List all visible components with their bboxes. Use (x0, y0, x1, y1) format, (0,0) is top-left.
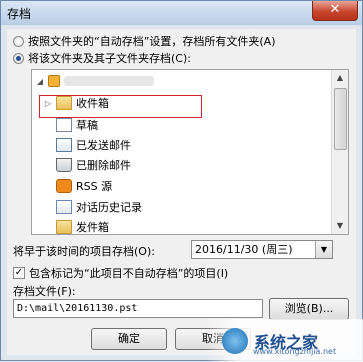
tree-item-conversation-history[interactable]: 对话历史记录 (56, 198, 142, 216)
radio-archive-all[interactable]: 按照文件夹的“自动存档”设置，存档所有文件夹(A) (13, 33, 276, 49)
tree-item-outbox[interactable]: 发件箱 (56, 218, 109, 234)
tree-item-label: RSS 源 (76, 180, 113, 193)
tree-item-rss[interactable]: RSS 源 (56, 177, 112, 195)
ok-button[interactable]: 确定 (91, 328, 167, 350)
tree-root[interactable]: ◢ (36, 72, 154, 90)
archive-dialog: 存档 ✕ 按照文件夹的“自动存档”设置，存档所有文件夹(A) 将该文件夹及其子文… (0, 0, 363, 362)
radio-archive-selected-circle[interactable] (13, 52, 24, 64)
tree-item-label: 对话历史记录 (76, 201, 142, 214)
dialog-title: 存档 (7, 7, 32, 21)
dialog-body: 按照文件夹的“自动存档”设置，存档所有文件夹(A) 将该文件夹及其子文件夹存档(… (7, 29, 356, 355)
radio-archive-all-circle[interactable] (13, 35, 24, 47)
mailbox-name-obscured (64, 76, 154, 86)
inbox-highlight-box (39, 95, 202, 118)
archive-date-label: 将早于该时间的项目存档(O): (13, 245, 155, 258)
conversation-history-icon (56, 200, 72, 214)
sent-mail-icon (56, 138, 72, 152)
scroll-down-icon[interactable]: ▼ (332, 218, 348, 234)
archive-file-label: 存档文件(F): (13, 285, 76, 298)
scroll-thumb[interactable] (334, 88, 347, 150)
title-bar: 存档 ✕ (1, 1, 362, 25)
close-button[interactable]: ✕ (312, 1, 358, 21)
radio-archive-selected-label: 将该文件夹及其子文件夹存档(C): (28, 52, 191, 65)
checkbox-box[interactable]: ✓ (13, 267, 25, 279)
tree-item-label: 草稿 (76, 119, 98, 132)
collapse-arrow-icon[interactable]: ◢ (36, 77, 44, 86)
chevron-down-icon[interactable]: ▼ (315, 241, 332, 258)
tree-item-label: 已发送邮件 (76, 139, 131, 152)
watermark-url: www.xitongzhijia.net (253, 347, 337, 356)
browse-button[interactable]: 浏览(B)... (269, 298, 349, 320)
include-no-autoarchive-label: 包含标记为“此项目不自动存档”的项目(I) (29, 267, 229, 280)
tree-item-sent[interactable]: 已发送邮件 (56, 136, 131, 154)
scroll-up-icon[interactable]: ▲ (332, 70, 348, 86)
folder-tree[interactable]: ◢ ▷ 收件箱 草稿 已发送邮件 已删除邮件 RSS 源 对话历史记录 发件箱 … (31, 69, 349, 235)
radio-archive-all-label: 按照文件夹的“自动存档”设置，存档所有文件夹(A) (28, 35, 276, 48)
radio-archive-selected[interactable]: 将该文件夹及其子文件夹存档(C): (13, 50, 191, 66)
archive-file-input[interactable]: D:\mail\20161130.pst (13, 299, 263, 318)
tree-item-label: 已删除邮件 (76, 159, 131, 172)
drafts-icon (56, 118, 72, 132)
outbox-icon (56, 220, 72, 234)
archive-date-value: 2016/11/30 (周三) (195, 243, 293, 256)
tree-scrollbar[interactable]: ▲ ▼ (331, 70, 348, 234)
mailbox-icon (48, 75, 60, 87)
tree-item-label: 发件箱 (76, 221, 109, 234)
include-no-autoarchive-checkbox[interactable]: ✓ 包含标记为“此项目不自动存档”的项目(I) (13, 265, 228, 281)
watermark-logo-icon (222, 327, 248, 354)
rss-icon (56, 179, 72, 193)
tree-item-deleted[interactable]: 已删除邮件 (56, 156, 131, 174)
archive-date-select[interactable]: 2016/11/30 (周三) ▼ (191, 240, 333, 259)
deleted-mail-icon (56, 158, 72, 172)
tree-item-drafts[interactable]: 草稿 (56, 116, 98, 134)
